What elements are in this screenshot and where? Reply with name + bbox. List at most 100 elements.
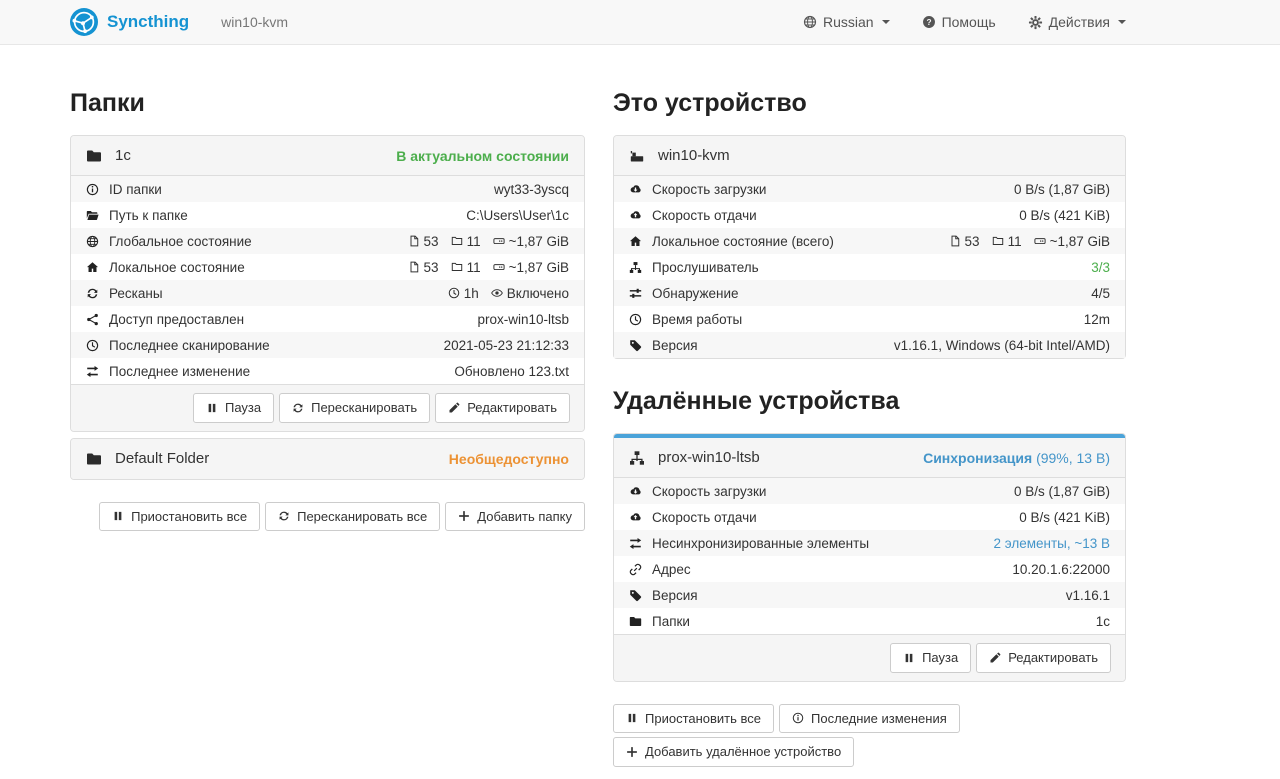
row-value: 0 B/s (421 KiB) xyxy=(1019,510,1110,525)
folder-icon xyxy=(86,148,102,164)
size-value: ~1,87 GiB xyxy=(509,234,569,249)
button-label: Приостановить все xyxy=(131,509,247,525)
navbar-menu: Russian Помощь Действия xyxy=(803,14,1126,30)
info-circle-icon xyxy=(792,712,804,724)
dirs-count: 11 xyxy=(467,234,481,249)
files-count: 53 xyxy=(965,234,980,249)
folder-icon xyxy=(86,451,102,467)
remote-row-unsynced: Несинхронизированные элементы 2 элементы… xyxy=(614,530,1125,556)
device-row-local-state: Локальное состояние (всего) 53 11 ~1,87 … xyxy=(614,228,1125,254)
row-value: 4/5 xyxy=(1091,286,1110,301)
files-count: 53 xyxy=(424,260,439,275)
row-value: v1.16.1, Windows (64-bit Intel/AMD) xyxy=(894,338,1110,353)
info-circle-icon xyxy=(86,183,102,196)
navbar: Syncthing win10-kvm Russian Помощь Дейст… xyxy=(0,0,1280,45)
folder-row-last-scan: Последнее сканирование 2021-05-23 21:12:… xyxy=(71,332,584,358)
pause-device-button[interactable]: Пауза xyxy=(890,643,971,673)
language-menu[interactable]: Russian xyxy=(803,14,890,30)
file-icon xyxy=(408,235,420,247)
folder-default-header[interactable]: Default Folder Необщедоступно xyxy=(71,439,584,479)
button-label: Редактировать xyxy=(467,400,557,416)
row-value: 53 11 ~1,87 GiB xyxy=(408,260,569,275)
exchange-icon xyxy=(86,365,102,378)
button-label: Добавить удалённое устройство xyxy=(645,744,841,760)
folder-name: 1c xyxy=(115,147,131,164)
pause-folder-button[interactable]: Пауза xyxy=(193,393,274,423)
this-device-name: win10-kvm xyxy=(658,147,730,164)
edit-device-button[interactable]: Редактировать xyxy=(976,643,1111,673)
actions-menu-label: Действия xyxy=(1049,14,1110,30)
row-value: Обновлено 123.txt xyxy=(454,364,569,379)
syncthing-logo-icon xyxy=(70,8,98,36)
row-label: Скорость отдачи xyxy=(652,510,757,525)
plus-icon xyxy=(458,510,470,522)
row-value: 3/3 xyxy=(1091,260,1110,275)
rescan-folder-button[interactable]: Пересканировать xyxy=(279,393,430,423)
remote-row-folders: Папки 1c xyxy=(614,608,1125,634)
folder-open-icon xyxy=(86,209,102,222)
row-value: prox-win10-ltsb xyxy=(477,312,569,327)
remote-row-version: Версия v1.16.1 xyxy=(614,582,1125,608)
folders-actions: Приостановить все Пересканировать все До… xyxy=(70,502,585,532)
exchange-icon xyxy=(629,537,645,550)
sitemap-icon xyxy=(629,261,645,274)
row-label: Прослушиватель xyxy=(652,260,759,275)
row-label: Скорость отдачи xyxy=(652,208,757,223)
row-value: v1.16.1 xyxy=(1066,588,1110,603)
file-icon xyxy=(949,235,961,247)
device-row-upload: Скорость отдачи 0 B/s (421 KiB) xyxy=(614,202,1125,228)
clock-icon xyxy=(86,339,102,352)
folder-row-global-state: Глобальное состояние 53 11 ~1,87 GiB xyxy=(71,228,584,254)
device-row-download: Скорость загрузки 0 B/s (1,87 GiB) xyxy=(614,176,1125,202)
folder-row-last-change: Последнее изменение Обновлено 123.txt xyxy=(71,358,584,384)
remote-device-header[interactable]: prox-win10-ltsb Синхронизация (99%, 13 B… xyxy=(614,438,1125,478)
row-value: 12m xyxy=(1084,312,1110,327)
folder-status-badge: Необщедоступно xyxy=(449,451,569,467)
edit-folder-button[interactable]: Редактировать xyxy=(435,393,570,423)
pause-all-devices-button[interactable]: Приостановить все xyxy=(613,704,774,734)
pencil-icon xyxy=(448,402,460,414)
navbar-device-name: win10-kvm xyxy=(221,14,288,30)
size-value: ~1,87 GiB xyxy=(509,260,569,275)
this-device-header[interactable]: win10-kvm xyxy=(614,136,1125,176)
remote-row-upload: Скорость отдачи 0 B/s (421 KiB) xyxy=(614,504,1125,530)
pencil-icon xyxy=(989,652,1001,664)
status-detail: (99%, 13 B) xyxy=(1036,450,1110,466)
actions-menu[interactable]: Действия xyxy=(1028,14,1126,30)
syncthing-logo-brand[interactable]: Syncthing xyxy=(70,8,189,36)
size-value: ~1,87 GiB xyxy=(1050,234,1110,249)
button-label: Пересканировать все xyxy=(297,509,427,525)
row-label: Скорость загрузки xyxy=(652,484,766,499)
button-label: Редактировать xyxy=(1008,650,1098,666)
row-label: Обнаружение xyxy=(652,286,739,301)
row-label: ID папки xyxy=(109,182,162,197)
row-value: 10.20.1.6:22000 xyxy=(1012,562,1110,577)
add-folder-button[interactable]: Добавить папку xyxy=(445,502,585,532)
folder-name: Default Folder xyxy=(115,450,209,467)
pause-icon xyxy=(206,402,218,414)
remote-device-name: prox-win10-ltsb xyxy=(658,449,760,466)
folder-row-rescans: Ресканы 1h Включено xyxy=(71,280,584,306)
plus-icon xyxy=(626,746,638,758)
help-menu[interactable]: Помощь xyxy=(922,14,996,30)
remote-actions-row-1: Приостановить все Последние изменения xyxy=(613,704,1126,734)
button-label: Добавить папку xyxy=(477,509,572,525)
add-remote-device-button[interactable]: Добавить удалённое устройство xyxy=(613,737,854,767)
row-value: 53 11 ~1,87 GiB xyxy=(408,234,569,249)
recent-changes-button[interactable]: Последние изменения xyxy=(779,704,960,734)
folder-row-local-state: Локальное состояние 53 11 ~1,87 GiB xyxy=(71,254,584,280)
folder-outline-icon xyxy=(451,261,463,273)
chevron-down-icon xyxy=(882,20,890,24)
dirs-count: 11 xyxy=(1008,234,1022,249)
gear-icon xyxy=(1028,15,1043,30)
folder-1c-header[interactable]: 1c В актуальном состоянии xyxy=(71,136,584,176)
unsynced-items-link[interactable]: 2 элементы, ~13 B xyxy=(993,536,1110,551)
button-label: Пересканировать xyxy=(311,400,417,416)
row-label: Версия xyxy=(652,588,698,603)
row-value: 2021-05-23 21:12:33 xyxy=(444,338,569,353)
pause-all-folders-button[interactable]: Приостановить все xyxy=(99,502,260,532)
row-value: 0 B/s (1,87 GiB) xyxy=(1014,484,1110,499)
rescan-all-folders-button[interactable]: Пересканировать все xyxy=(265,502,440,532)
this-device-icon xyxy=(629,148,645,164)
files-count: 53 xyxy=(424,234,439,249)
